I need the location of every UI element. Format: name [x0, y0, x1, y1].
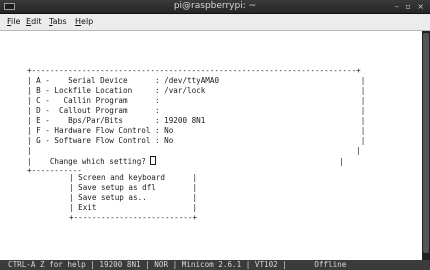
menu-bar: File Edit Tabs Help: [0, 14, 430, 31]
menu-option-exit[interactable]: | Exit |: [69, 203, 197, 213]
status-text: CTRL-A Z for help | 19200 8N1 | NOR | Mi…: [8, 260, 347, 269]
maximize-icon[interactable]: ▫: [405, 0, 412, 13]
config-blank-row: | |: [27, 146, 361, 155]
minimize-icon[interactable]: –: [395, 0, 401, 13]
setting-hardware-flow: | F - Hardware Flow Control : No |: [27, 126, 366, 135]
minicom-screen: +---------------------------------------…: [0, 31, 422, 260]
menu-option-save-dfl[interactable]: | Save setup as dfl |: [69, 183, 197, 193]
menu-option-save-as[interactable]: | Save setup as.. |: [69, 193, 197, 203]
setting-serial-device: | A - Serial Device : /dev/ttyAMA0 |: [27, 76, 366, 85]
menu-file[interactable]: File: [7, 14, 20, 30]
setting-callout-program: | D - Callout Program : |: [27, 106, 366, 115]
setting-bps-par-bits: | E - Bps/Par/Bits : 19200 8N1 |: [27, 116, 366, 125]
prompt-border-end: |: [156, 157, 344, 166]
scrollbar-thumb[interactable]: [423, 33, 429, 253]
menu-tabs[interactable]: Tabs: [49, 14, 67, 30]
setting-lockfile-location: | B - Lockfile Location : /var/lock |: [27, 86, 366, 95]
setting-prompt: | Change which setting?: [27, 157, 151, 166]
minicom-status-bar: CTRL-A Z for help | 19200 8N1 | NOR | Mi…: [0, 260, 430, 270]
window-controls: – ▫ ×: [395, 0, 426, 13]
setting-software-flow: | G - Software Flow Control : No |: [27, 136, 366, 145]
config-border-top: +---------------------------------------…: [27, 66, 361, 75]
submenu-border-bottom: +--------------------------+: [69, 213, 198, 222]
menu-edit[interactable]: Edit: [26, 14, 42, 30]
close-icon[interactable]: ×: [417, 0, 426, 13]
menu-option-screen-keyboard[interactable]: | Screen and keyboard |: [69, 173, 197, 183]
terminal-area[interactable]: +---------------------------------------…: [0, 31, 422, 260]
menu-help[interactable]: Help: [75, 14, 93, 30]
window-titlebar[interactable]: pi@raspberrypi: ~ – ▫ ×: [0, 0, 430, 14]
terminal-scrollbar[interactable]: [422, 31, 430, 260]
setting-callin-program: | C - Callin Program : |: [27, 96, 366, 105]
window-title: pi@raspberrypi: ~: [173, 1, 257, 11]
